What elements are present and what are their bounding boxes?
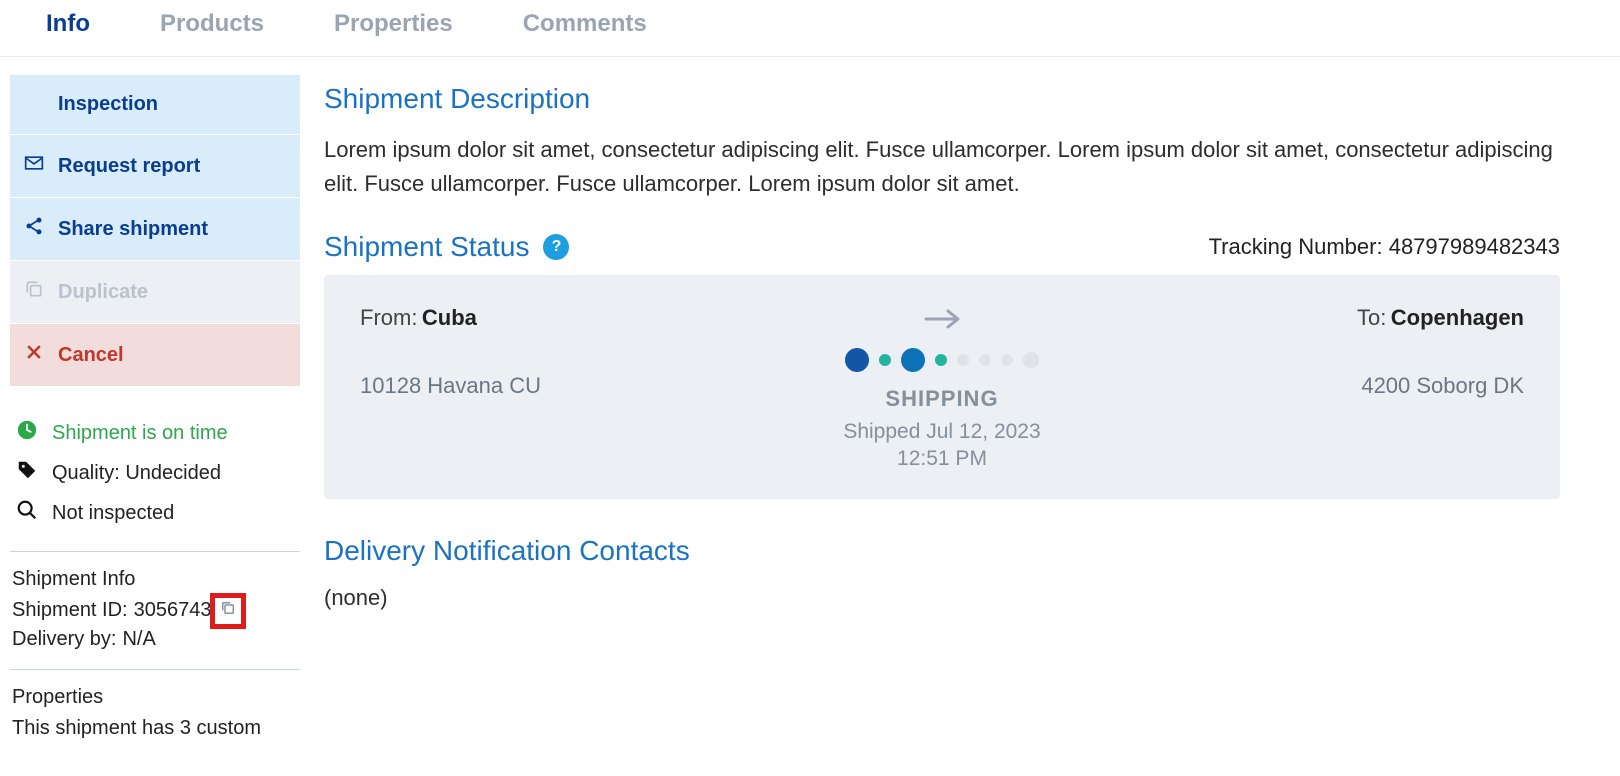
shipment-description-text: Lorem ipsum dolor sit amet, consectetur …: [324, 133, 1560, 201]
tab-comments[interactable]: Comments: [523, 10, 647, 38]
contacts-heading: Delivery Notification Contacts: [324, 535, 1560, 567]
share-icon: [24, 216, 44, 242]
divider: [10, 551, 300, 552]
close-icon: [24, 342, 44, 368]
shipment-info-title: Shipment Info: [12, 568, 298, 591]
sidebar-action-label: Cancel: [58, 344, 124, 367]
progress-dots: [845, 348, 1039, 372]
status-on-time: Shipment is on time: [16, 413, 294, 453]
main-panel: Shipment Description Lorem ipsum dolor s…: [300, 57, 1620, 776]
status-quality: Quality: Undecided: [16, 453, 294, 493]
sidebar-action-label: Inspection: [58, 93, 158, 116]
status-state-line2: 12:51 PM: [843, 445, 1040, 472]
sidebar-action-request-report[interactable]: Request report: [10, 135, 300, 198]
properties-block: Properties This shipment has 3 custom: [10, 686, 300, 740]
copy-shipment-id-button[interactable]: [210, 593, 246, 629]
delivery-by-value: N/A: [122, 628, 155, 651]
sidebar-action-label: Request report: [58, 155, 200, 178]
tracking-label: Tracking Number:: [1209, 234, 1383, 259]
tracking-number: Tracking Number: 48797989482343: [1209, 234, 1560, 260]
tab-properties[interactable]: Properties: [334, 10, 453, 38]
sidebar-action-duplicate: Duplicate: [10, 261, 300, 324]
to-label: To:: [1357, 305, 1386, 330]
copy-icon: [219, 599, 237, 623]
sidebar-action-label: Share shipment: [58, 218, 208, 241]
progress-dot: [879, 354, 891, 366]
envelope-icon: [24, 153, 44, 179]
properties-title: Properties: [12, 686, 298, 709]
tab-info[interactable]: Info: [46, 10, 90, 38]
status-state: SHIPPING: [885, 386, 998, 412]
delivery-by-row: Delivery by: N/A: [12, 628, 298, 651]
contacts-value: (none): [324, 585, 1560, 611]
tag-icon: [16, 459, 38, 487]
sidebar-action-inspection[interactable]: Inspection: [10, 75, 300, 135]
status-progress-col: SHIPPING Shipped Jul 12, 2023 12:51 PM: [580, 305, 1304, 473]
sidebar: Inspection Request report Share shipment: [0, 57, 300, 776]
status-inspected: Not inspected: [16, 493, 294, 533]
progress-dot: [957, 354, 969, 366]
shipment-status-heading: Shipment Status: [324, 231, 529, 263]
progress-dot: [935, 354, 947, 366]
tab-bar: Info Products Properties Comments: [0, 0, 1620, 57]
from-value: Cuba: [422, 305, 477, 330]
progress-dot: [845, 348, 869, 372]
status-quality-label: Quality: Undecided: [52, 462, 221, 485]
divider: [10, 669, 300, 670]
status-list: Shipment is on time Quality: Undecided N…: [10, 413, 300, 533]
from-address: 10128 Havana CU: [360, 373, 580, 399]
properties-line: This shipment has 3 custom: [12, 717, 298, 740]
shipment-id-row: Shipment ID: 3056743: [12, 599, 298, 622]
sidebar-action-label: Duplicate: [58, 281, 148, 304]
delivery-by-label: Delivery by:: [12, 628, 116, 651]
progress-dot: [1001, 354, 1013, 366]
shipment-id-label: Shipment ID:: [12, 599, 128, 622]
from-label: From:: [360, 305, 417, 330]
shipment-status-card: From: Cuba 10128 Havana CU: [324, 275, 1560, 499]
status-from-col: From: Cuba 10128 Havana CU: [360, 305, 580, 399]
tab-products[interactable]: Products: [160, 10, 264, 38]
progress-dot: [1023, 352, 1039, 368]
shipment-id-value: 3056743: [134, 599, 212, 622]
shipment-description-heading: Shipment Description: [324, 83, 1560, 115]
action-list: Inspection Request report Share shipment: [10, 75, 300, 387]
to-value: Copenhagen: [1391, 305, 1524, 330]
status-state-line1: Shipped Jul 12, 2023: [843, 418, 1040, 445]
shipment-info-block: Shipment Info Shipment ID: 3056743 Deliv…: [10, 568, 300, 651]
status-inspected-label: Not inspected: [52, 502, 174, 525]
copy-icon: [24, 279, 44, 305]
progress-dot: [901, 348, 925, 372]
arrow-right-icon: [922, 305, 962, 338]
shipment-status-header: Shipment Status ? Tracking Number: 48797…: [324, 231, 1560, 263]
to-address: 4200 Soborg DK: [1304, 373, 1524, 399]
status-to-col: To: Copenhagen 4200 Soborg DK: [1304, 305, 1524, 399]
search-icon: [16, 499, 38, 527]
tracking-value: 48797989482343: [1389, 234, 1560, 259]
sidebar-action-cancel[interactable]: Cancel: [10, 324, 300, 387]
sidebar-action-share-shipment[interactable]: Share shipment: [10, 198, 300, 261]
help-icon[interactable]: ?: [543, 234, 569, 260]
clock-icon: [16, 419, 38, 447]
progress-dot: [979, 354, 991, 366]
status-on-time-label: Shipment is on time: [52, 422, 228, 445]
